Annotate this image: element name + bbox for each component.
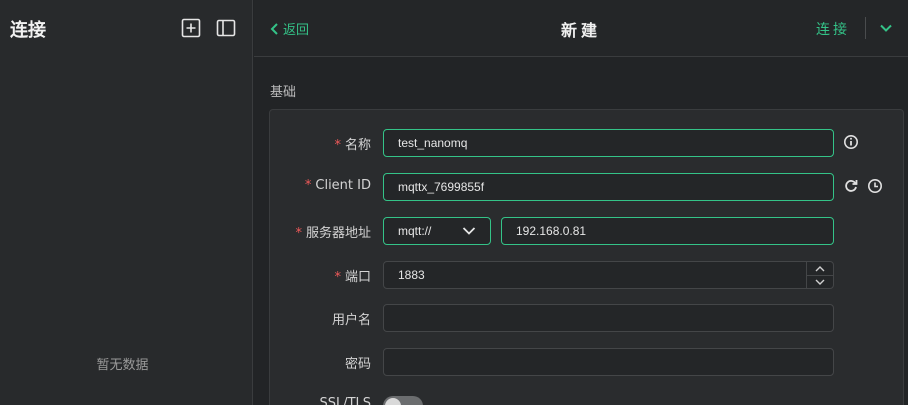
username-label: 用户名 <box>331 313 371 328</box>
header: 返回 新建 连接 <box>254 0 908 57</box>
decrement-button[interactable] <box>807 275 833 288</box>
ssl-toggle[interactable] <box>383 396 423 405</box>
empty-state-text: 暂无数据 <box>96 358 149 373</box>
host-label: * 服务器地址 <box>295 226 371 241</box>
page-title: 新建 <box>560 21 601 40</box>
port-stepper <box>806 262 833 288</box>
toggle-knob <box>385 398 401 405</box>
username-input[interactable] <box>383 304 834 332</box>
password-label: 密码 <box>344 357 371 372</box>
chevron-down-icon[interactable] <box>878 20 894 36</box>
ssl-label: SSL/TLS <box>319 396 371 405</box>
protocol-value: mqtt:// <box>398 224 432 238</box>
sidebar-title: 连接 <box>10 20 46 41</box>
protocol-select[interactable]: mqtt:// <box>383 217 491 245</box>
host-input[interactable]: 192.168.0.81 <box>501 217 834 245</box>
port-value: 1883 <box>398 268 425 282</box>
password-input[interactable] <box>383 348 834 376</box>
section-basic-label: 基础 <box>270 85 297 100</box>
toggle-panel-icon[interactable] <box>216 18 236 38</box>
client-id-label: * Client ID <box>304 178 371 193</box>
increment-button[interactable] <box>807 262 833 275</box>
add-connection-icon[interactable] <box>181 18 201 38</box>
connect-button[interactable]: 连接 <box>816 19 850 39</box>
client-id-input[interactable]: mqttx_7699855f <box>383 173 834 201</box>
clock-icon[interactable] <box>867 178 883 194</box>
refresh-icon[interactable] <box>843 178 859 194</box>
header-divider <box>865 17 866 39</box>
name-label: * 名称 <box>334 138 371 153</box>
sidebar: 连接 暂无数据 <box>0 0 253 405</box>
name-input[interactable]: test_nanomq <box>383 129 834 157</box>
main-panel: 返回 新建 连接 基础 * 名称 test_nanomq * Client ID m… <box>254 0 908 405</box>
chevron-down-icon <box>462 227 476 235</box>
info-icon[interactable] <box>843 134 859 150</box>
port-label: * 端口 <box>334 270 371 285</box>
port-input[interactable]: 1883 <box>383 261 834 289</box>
